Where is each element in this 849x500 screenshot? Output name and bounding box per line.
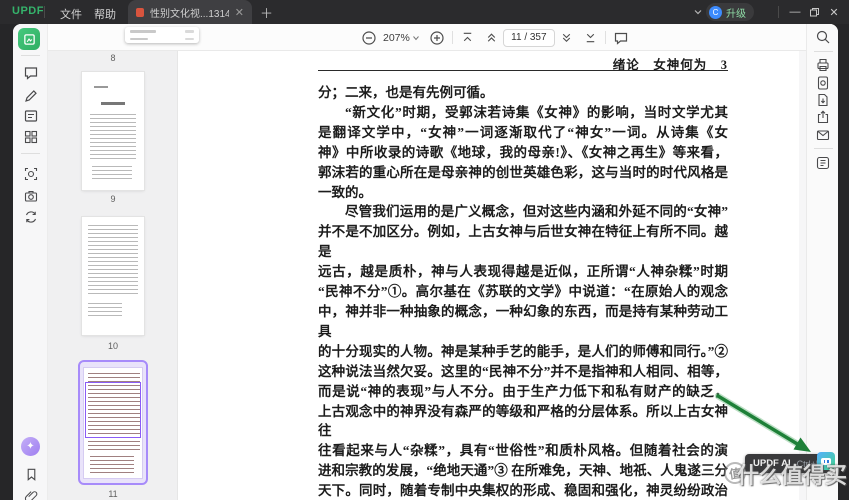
comment-bubble-icon[interactable] bbox=[613, 30, 629, 46]
tab-title: 性别文化视...13141 bbox=[150, 8, 229, 20]
email-icon[interactable] bbox=[814, 126, 832, 144]
document-text-line: 的十分现实的人物。神是某种手艺的能手，是人们的师傅和同行。”② bbox=[318, 343, 728, 359]
document-text-line: 往看起来与人“杂糅”，具有“世俗性”和质朴风格。但随着社会的演 bbox=[318, 443, 728, 459]
document-text-line: 尽管我们运用的是广义概念，但对这些内涵和外延不同的“女神” bbox=[345, 204, 728, 220]
document-text-line: 是翻译文学中，“女神”一词逐渐取代了“神女”一词。从诗集《女 bbox=[318, 124, 728, 140]
sidebar-divider bbox=[814, 148, 833, 149]
search-icon[interactable] bbox=[814, 28, 832, 46]
ocr-tool-icon[interactable] bbox=[21, 164, 41, 184]
thumb-label-8: 8 bbox=[110, 53, 116, 63]
toolbar-divider bbox=[604, 31, 606, 44]
updf-logo: UPDF bbox=[12, 5, 44, 17]
menu-help[interactable]: 帮助 bbox=[94, 6, 116, 22]
document-text-line: 天下。同时，随着专制中央集权的形成、稳固和强化，神灵纷纷政治 bbox=[318, 483, 728, 499]
thumb-label-11: 11 bbox=[108, 489, 118, 499]
reader-icon bbox=[23, 33, 35, 45]
document-properties-icon[interactable] bbox=[814, 74, 832, 92]
new-tab-button[interactable]: ＋ bbox=[260, 3, 273, 22]
thumb-label-9: 9 bbox=[110, 194, 116, 204]
share-icon[interactable] bbox=[814, 108, 832, 126]
document-text-line: 郭沫若的重心所在是母亲神的创世英雄色彩，这与当时的时代风格是 bbox=[318, 164, 728, 180]
thumb-label-10: 10 bbox=[107, 341, 118, 351]
document-text-line: 神》中所收录的诗歌《地球，我的母亲!》、《女神之再生》等来看， bbox=[318, 144, 728, 160]
ai-tooltip-label: UPDF AI bbox=[753, 458, 791, 469]
toolbar-center-group: 207% 11 / 357 bbox=[361, 24, 629, 51]
document-canvas[interactable]: 绪论 女神何为 3 分；二来，也是有先例可循。 “新文化”时期，受郭沫若诗集《女神… bbox=[178, 51, 806, 500]
document-text-line: “民神不分”①。高尔基在《苏联的文学》中说道：“在原始人的观念 bbox=[318, 284, 728, 300]
print-icon[interactable] bbox=[814, 56, 832, 74]
document-text-line: 上古观念中的神界没有森严的等级和严格的分层体系。所以上古女神往 bbox=[318, 403, 728, 439]
chevron-down-icon[interactable] bbox=[693, 7, 703, 17]
updf-ai-launcher-icon[interactable] bbox=[817, 452, 835, 470]
thumbnail-panel: 8 9 10 11 bbox=[48, 51, 178, 500]
next-page-button[interactable] bbox=[559, 30, 574, 45]
document-text-line: 进和宗教的发展，“绝地天通”③ 在所难免，天神、地祇、人鬼遂三分 bbox=[318, 463, 728, 479]
zoom-out-button[interactable] bbox=[361, 30, 377, 46]
close-button[interactable]: ✕ bbox=[826, 4, 842, 20]
snapshot-tool-icon[interactable] bbox=[21, 186, 41, 206]
updf-app-window: UPDF 文件 帮助 性别文化视...13141 ✕ ＋ C 升级 — ✕ ✦ … bbox=[0, 0, 849, 500]
reader-mode-button[interactable] bbox=[18, 28, 40, 50]
previous-page-button[interactable] bbox=[484, 30, 499, 45]
toolbar-divider bbox=[451, 31, 453, 44]
document-text-line: 一致的。 bbox=[318, 184, 372, 200]
edit-pdf-tool-icon[interactable] bbox=[21, 86, 41, 106]
document-text-line: 而是说“神的表现”与人不分。由于生产力低下和私有财产的缺乏， bbox=[318, 383, 728, 399]
document-text-line: 并不是不加区分。例如，上古女神与后世女神在特征上有所不同。越是 bbox=[318, 224, 728, 260]
bookmark-icon[interactable] bbox=[21, 464, 41, 484]
organize-pages-icon[interactable] bbox=[21, 127, 41, 147]
app-body: ✦ 207% 11 / 357 8 9 10 11 绪论 女神何为 3 分；二来… bbox=[13, 24, 838, 500]
save-as-icon[interactable] bbox=[814, 91, 832, 109]
zoom-in-button[interactable] bbox=[429, 30, 445, 46]
thumbnail-page-10[interactable] bbox=[82, 217, 144, 335]
document-text-line: 中，神并非一种抽象的概念，一种幻象的东西，而是持有某种劳动工具 bbox=[318, 303, 728, 339]
ai-assistant-sidebar-button[interactable]: ✦ bbox=[21, 437, 40, 456]
zoom-dropdown-caret-icon[interactable] bbox=[412, 34, 420, 42]
pdf-file-icon bbox=[136, 7, 144, 17]
thumbnail-page-9[interactable] bbox=[82, 72, 144, 190]
convert-tool-icon[interactable] bbox=[21, 207, 41, 227]
account-upgrade-button[interactable]: C 升级 bbox=[706, 3, 754, 21]
titlebar: UPDF 文件 帮助 性别文化视...13141 ✕ ＋ C 升级 — ✕ bbox=[0, 0, 849, 24]
document-text-line: “新文化”时期，受郭沫若诗集《女神》的影响，当时文学尤其 bbox=[345, 104, 728, 120]
titlebar-divider bbox=[44, 6, 45, 18]
visible-region-indicator[interactable] bbox=[85, 382, 141, 438]
document-text-line: 这种说法当然欠妥。这里的“民神不分”并不是指神和人相同、相等， bbox=[318, 363, 728, 379]
tab-close-icon[interactable]: ✕ bbox=[235, 6, 244, 19]
document-tab[interactable]: 性别文化视...13141 ✕ bbox=[128, 0, 252, 24]
main-toolbar: 207% 11 / 357 bbox=[48, 24, 806, 51]
center-column: 207% 11 / 357 8 9 10 11 绪论 女神何为 3 分；二来，也… bbox=[48, 24, 806, 500]
right-tool-sidebar bbox=[806, 24, 838, 500]
zoom-level-value[interactable]: 207% bbox=[383, 32, 410, 44]
first-page-button[interactable] bbox=[460, 30, 475, 45]
menu-file[interactable]: 文件 bbox=[60, 6, 82, 22]
minimize-button[interactable]: — bbox=[787, 4, 803, 20]
left-tool-sidebar: ✦ bbox=[13, 24, 48, 500]
hover-tooltip-popup bbox=[125, 27, 199, 43]
upgrade-label: 升级 bbox=[726, 8, 746, 20]
settings-icon[interactable] bbox=[814, 154, 832, 172]
sidebar-divider bbox=[814, 51, 833, 52]
document-lines: 分；二来，也是有先例可循。 “新文化”时期，受郭沫若诗集《女神》的影响，当时文学尤… bbox=[318, 83, 728, 500]
header-rule bbox=[318, 70, 728, 71]
document-text-line: 分；二来，也是有先例可循。 bbox=[318, 85, 494, 100]
user-avatar: C bbox=[709, 5, 722, 19]
comment-tool-icon[interactable] bbox=[21, 63, 41, 83]
document-text-line: 远古，越是质朴，神与人表现得越是近似，正所谓“人神杂糅”时期 bbox=[318, 264, 728, 280]
titlebar-divider bbox=[778, 6, 779, 18]
last-page-button[interactable] bbox=[583, 30, 598, 45]
page-number-input[interactable]: 11 / 357 bbox=[502, 28, 555, 47]
sidebar-divider bbox=[21, 153, 40, 154]
pdf-page: 绪论 女神何为 3 分；二来，也是有先例可循。 “新文化”时期，受郭沫若诗集《女神… bbox=[178, 51, 799, 500]
restore-button[interactable] bbox=[806, 4, 822, 20]
form-tool-icon[interactable] bbox=[21, 106, 41, 126]
attachment-icon[interactable] bbox=[21, 486, 41, 500]
sidebar-divider bbox=[21, 55, 40, 56]
thumbnail-page-11-selected[interactable] bbox=[78, 360, 148, 485]
